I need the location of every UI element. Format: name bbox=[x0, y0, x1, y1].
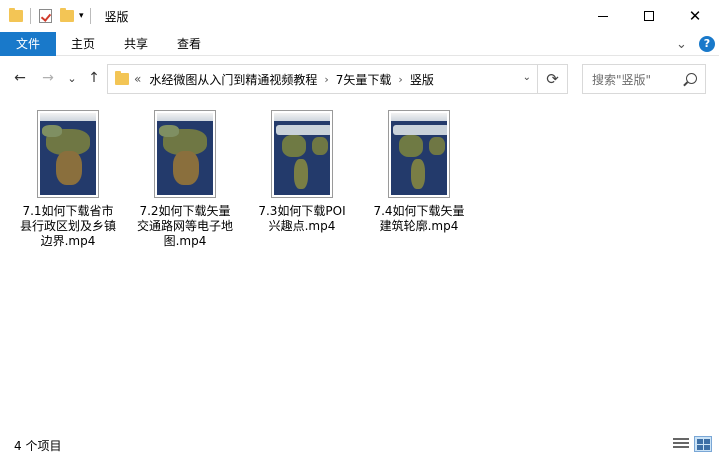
help-icon[interactable]: ? bbox=[698, 36, 715, 52]
file-name: 7.2如何下载矢量交通路网等电子地图.mp4 bbox=[137, 204, 234, 248]
properties-icon[interactable] bbox=[37, 8, 53, 24]
file-item[interactable]: 7.4如何下载矢量建筑轮廓.mp4 bbox=[371, 110, 467, 234]
large-icons-view-button[interactable] bbox=[694, 436, 712, 452]
video-thumbnail bbox=[154, 110, 216, 198]
video-thumbnail bbox=[37, 110, 99, 198]
item-count: 4 个项目 bbox=[14, 439, 62, 453]
file-name: 7.3如何下载POI兴趣点.mp4 bbox=[258, 204, 346, 233]
back-arrow-icon: ← bbox=[14, 70, 26, 86]
maximize-icon bbox=[644, 11, 654, 21]
tab-file[interactable]: 文件 bbox=[0, 32, 56, 56]
title-bar: ▾ 竖版 ✕ bbox=[0, 0, 719, 32]
file-item[interactable]: 7.1如何下载省市县行政区划及乡镇边界.mp4 bbox=[20, 110, 116, 249]
video-thumbnail bbox=[388, 110, 450, 198]
up-arrow-icon: ↑ bbox=[88, 70, 100, 86]
forward-arrow-icon: → bbox=[42, 70, 54, 86]
chevron-right-icon[interactable]: › bbox=[324, 73, 328, 86]
divider bbox=[89, 8, 91, 24]
details-view-button[interactable] bbox=[672, 436, 690, 452]
chevron-right-icon[interactable]: › bbox=[398, 73, 402, 86]
window-title: 竖版 bbox=[104, 9, 129, 24]
forward-button[interactable]: → bbox=[38, 68, 58, 88]
back-button[interactable]: ← bbox=[10, 68, 30, 88]
file-list: 7.1如何下载省市县行政区划及乡镇边界.mp4 7.2如何下载矢量交通路网等电子… bbox=[0, 100, 719, 430]
address-history-icon[interactable]: ⌄ bbox=[523, 72, 531, 83]
file-item[interactable]: 7.3如何下载POI兴趣点.mp4 bbox=[254, 110, 350, 234]
minimize-icon bbox=[598, 15, 608, 17]
breadcrumb-item[interactable]: 水经微图从入门到精通视频教程 bbox=[149, 71, 317, 88]
chevron-down-icon: ⌄ bbox=[67, 71, 77, 85]
minimize-button[interactable] bbox=[580, 0, 626, 32]
refresh-icon: ⟳ bbox=[546, 70, 559, 88]
address-bar[interactable]: « 水经微图从入门到精通视频教程 › 7矢量下载 › 竖版 ⌄ bbox=[107, 64, 538, 94]
file-name: 7.4如何下载矢量建筑轮廓.mp4 bbox=[373, 204, 465, 233]
tab-home[interactable]: 主页 bbox=[62, 32, 104, 56]
up-button[interactable]: ↑ bbox=[84, 68, 104, 88]
status-bar: 4 个项目 bbox=[0, 430, 719, 457]
customize-toolbar-icon[interactable]: ▾ bbox=[79, 11, 84, 21]
expand-ribbon-icon[interactable]: ⌄ bbox=[676, 37, 687, 52]
folder-icon bbox=[114, 71, 130, 87]
breadcrumb-overflow[interactable]: « bbox=[134, 72, 141, 86]
recent-locations-button[interactable]: ⌄ bbox=[62, 68, 82, 88]
search-placeholder: 搜索"竖版" bbox=[592, 72, 652, 87]
search-icon bbox=[686, 73, 697, 84]
divider bbox=[30, 8, 31, 24]
maximize-button[interactable] bbox=[626, 0, 672, 32]
refresh-button[interactable]: ⟳ bbox=[538, 64, 568, 94]
file-name: 7.1如何下载省市县行政区划及乡镇边界.mp4 bbox=[20, 204, 117, 248]
close-button[interactable]: ✕ bbox=[672, 0, 718, 32]
file-item[interactable]: 7.2如何下载矢量交通路网等电子地图.mp4 bbox=[137, 110, 233, 249]
folder-icon bbox=[8, 8, 24, 24]
tab-view[interactable]: 查看 bbox=[168, 32, 210, 56]
video-thumbnail bbox=[271, 110, 333, 198]
tab-share[interactable]: 共享 bbox=[115, 32, 157, 56]
close-icon: ✕ bbox=[688, 7, 702, 25]
breadcrumb-item[interactable]: 竖版 bbox=[410, 71, 434, 88]
new-folder-icon[interactable] bbox=[59, 8, 75, 24]
ribbon: 文件 主页 共享 查看 ⌄ ? bbox=[0, 32, 719, 56]
breadcrumb-item[interactable]: 7矢量下载 bbox=[336, 71, 392, 88]
navigation-bar: ← → ⌄ ↑ « 水经微图从入门到精通视频教程 › 7矢量下载 › 竖版 ⌄ … bbox=[0, 57, 719, 100]
ribbon-controls: ⌄ ? bbox=[676, 32, 715, 56]
search-input[interactable]: 搜索"竖版" bbox=[582, 64, 706, 94]
